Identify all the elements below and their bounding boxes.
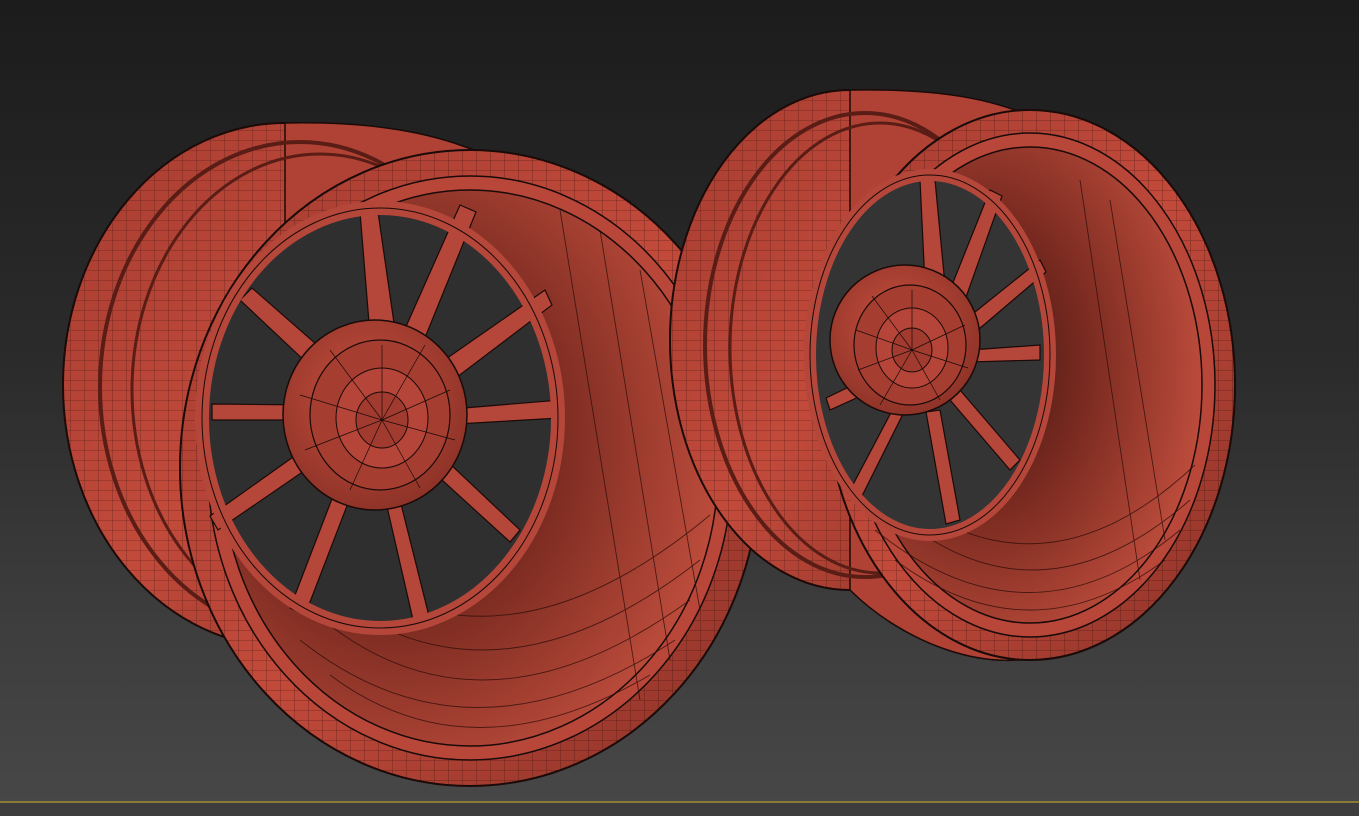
perspective-viewport[interactable] bbox=[0, 0, 1359, 802]
wheel-rim-left[interactable] bbox=[62, 122, 761, 787]
scene-render[interactable] bbox=[0, 0, 1359, 802]
viewport-bottom-strip bbox=[0, 803, 1359, 816]
wheel-rim-right[interactable] bbox=[669, 89, 1236, 662]
